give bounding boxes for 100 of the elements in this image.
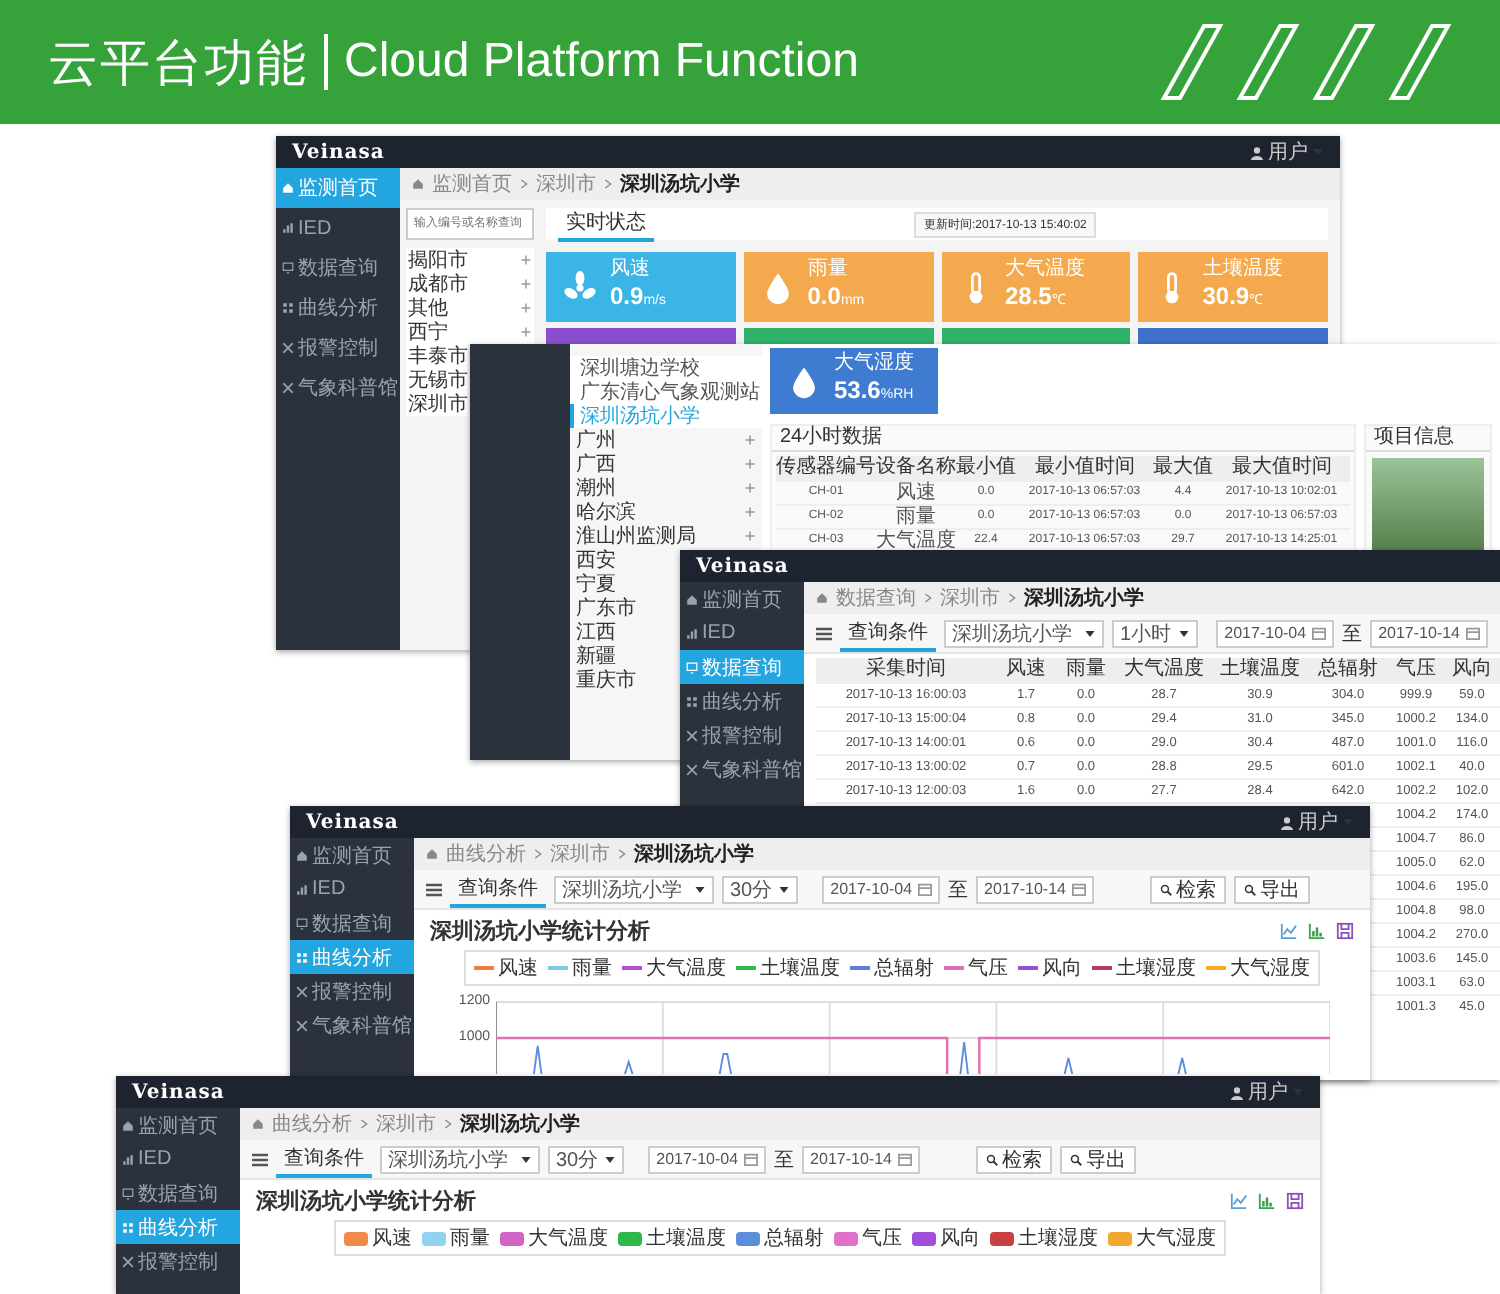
legend-label[interactable]: 风向 — [1042, 954, 1082, 982]
station-select[interactable]: 深圳汤坑小学 — [944, 619, 1104, 647]
bar-chart-icon[interactable] — [1258, 1192, 1276, 1210]
date-field[interactable]: 2017-10-14 — [976, 875, 1094, 903]
chevron-icon — [534, 848, 542, 860]
city-item[interactable]: 其他 — [406, 296, 534, 320]
calendar-icon — [1071, 882, 1086, 896]
export-button[interactable]: 导出 — [1233, 875, 1310, 903]
filter-tab[interactable]: 查询条件 — [840, 615, 936, 651]
legend-label[interactable]: 土壤温度 — [646, 1224, 726, 1252]
region-item: 广西 — [570, 452, 762, 476]
sidebar-item[interactable]: IED — [276, 208, 400, 248]
sidebar-item[interactable]: 报警控制 — [680, 718, 804, 752]
tile-label: 土壤温度 — [1202, 258, 1283, 282]
date-field[interactable]: 2017-10-14 — [802, 1145, 920, 1173]
sidebar-item[interactable]: IED — [680, 616, 804, 650]
sidebar-item[interactable]: 报警控制 — [290, 974, 414, 1008]
sidebar-item[interactable]: 数据查询 — [116, 1176, 240, 1210]
user-menu[interactable]: 用户 — [1230, 1078, 1304, 1106]
station-item: 深圳汤坑小学 — [570, 404, 762, 428]
menu-icon — [426, 881, 442, 897]
legend-label[interactable]: 大气湿度 — [1136, 1224, 1216, 1252]
region-item: 新疆 — [574, 644, 618, 668]
sidebar-item[interactable]: IED — [116, 1142, 240, 1176]
sidebar-item[interactable]: 气象科普馆 — [290, 1008, 414, 1042]
calendar-icon — [1312, 626, 1327, 640]
home-icon — [686, 593, 698, 605]
sidebar-item[interactable]: 报警控制 — [116, 1244, 240, 1278]
save-icon[interactable] — [1286, 1192, 1304, 1210]
station-select[interactable]: 深圳汤坑小学 — [380, 1145, 540, 1173]
export-button[interactable]: 导出 — [1059, 1145, 1136, 1173]
legend-label[interactable]: 土壤湿度 — [1018, 1224, 1098, 1252]
legend-label[interactable]: 风速 — [498, 954, 538, 982]
caret-icon — [694, 883, 706, 895]
sidebar-item[interactable]: 报警控制 — [276, 328, 400, 368]
plus-icon — [520, 302, 532, 314]
city-item[interactable]: 西宁 — [406, 320, 534, 344]
bar-chart-icon — [122, 1153, 134, 1165]
sidebar-item[interactable]: 曲线分析 — [680, 684, 804, 718]
legend-label[interactable]: 总辐射 — [874, 954, 934, 982]
city-item[interactable]: 无锡市 — [406, 368, 468, 392]
chevron-icon — [1008, 592, 1016, 604]
city-item[interactable]: 丰泰市 — [406, 344, 468, 368]
cross-icon — [686, 763, 698, 775]
filter-tab[interactable]: 查询条件 — [450, 871, 546, 907]
sidebar-item[interactable]: 监测首页 — [290, 838, 414, 872]
legend-label[interactable]: 气压 — [862, 1224, 902, 1252]
cross-icon — [282, 342, 294, 354]
sidebar-item[interactable]: 数据查询 — [276, 248, 400, 288]
legend-label[interactable]: 风向 — [940, 1224, 980, 1252]
date-field[interactable]: 2017-10-04 — [822, 875, 941, 903]
sidebar-item[interactable]: 曲线分析 — [276, 288, 400, 328]
sidebar-item[interactable]: IED — [290, 872, 414, 906]
calendar-icon — [744, 1152, 759, 1166]
app-logo: Veinasa — [696, 555, 789, 577]
chevron-icon — [520, 178, 528, 190]
save-icon[interactable] — [1336, 922, 1354, 940]
chevron-icon — [444, 1118, 452, 1130]
date-field[interactable]: 2017-10-04 — [648, 1145, 767, 1173]
legend-label[interactable]: 雨量 — [450, 1224, 490, 1252]
city-item[interactable]: 成都市 — [406, 272, 534, 296]
bar-chart-icon[interactable] — [1308, 922, 1326, 940]
date-field[interactable]: 2017-10-14 — [1370, 619, 1488, 647]
status-tab[interactable]: 实时状态 — [558, 206, 654, 242]
interval-select[interactable]: 1小时 — [1112, 619, 1198, 647]
legend-label[interactable]: 雨量 — [572, 954, 612, 982]
city-item[interactable]: 揭阳市 — [406, 248, 534, 272]
plus-icon — [744, 530, 756, 542]
legend-label[interactable]: 大气温度 — [646, 954, 726, 982]
user-menu[interactable]: 用户 — [1280, 808, 1354, 836]
sidebar-item[interactable]: 监测首页 — [680, 582, 804, 616]
tile-label: 风速 — [610, 258, 652, 282]
interval-select[interactable]: 30分 — [722, 875, 799, 903]
station-select[interactable]: 深圳汤坑小学 — [554, 875, 714, 903]
legend-label[interactable]: 大气湿度 — [1230, 954, 1310, 982]
legend-label[interactable]: 总辐射 — [764, 1224, 824, 1252]
line-chart-icon[interactable] — [1230, 1192, 1248, 1210]
legend-label[interactable]: 气压 — [968, 954, 1008, 982]
sidebar-item[interactable]: 气象科普馆 — [680, 752, 804, 786]
interval-select[interactable]: 30分 — [548, 1145, 625, 1173]
legend-label[interactable]: 土壤温度 — [760, 954, 840, 982]
search-button[interactable]: 检索 — [975, 1145, 1052, 1173]
date-field[interactable]: 2017-10-04 — [1216, 619, 1335, 647]
plus-icon — [520, 254, 532, 266]
sidebar-item[interactable]: 监测首页 — [116, 1108, 240, 1142]
city-item[interactable]: 深圳市 — [406, 392, 468, 416]
search-button[interactable]: 检索 — [1149, 875, 1226, 903]
filter-tab[interactable]: 查询条件 — [276, 1141, 372, 1177]
legend-label[interactable]: 土壤湿度 — [1116, 954, 1196, 982]
region-item: 广东市 — [574, 596, 638, 620]
sidebar-item[interactable]: 数据查询 — [290, 906, 414, 940]
column-header: 总辐射 — [1308, 658, 1388, 682]
panel-title: 24小时数据 — [772, 426, 1354, 452]
column-header: 最小值 — [956, 456, 1016, 480]
legend-label[interactable]: 风速 — [372, 1224, 412, 1252]
user-menu[interactable]: 用户 — [1250, 138, 1324, 166]
sidebar-item[interactable]: 气象科普馆 — [276, 368, 400, 408]
legend-label[interactable]: 大气温度 — [528, 1224, 608, 1252]
line-chart-icon[interactable] — [1280, 922, 1298, 940]
region-item: 西安 — [574, 548, 618, 572]
